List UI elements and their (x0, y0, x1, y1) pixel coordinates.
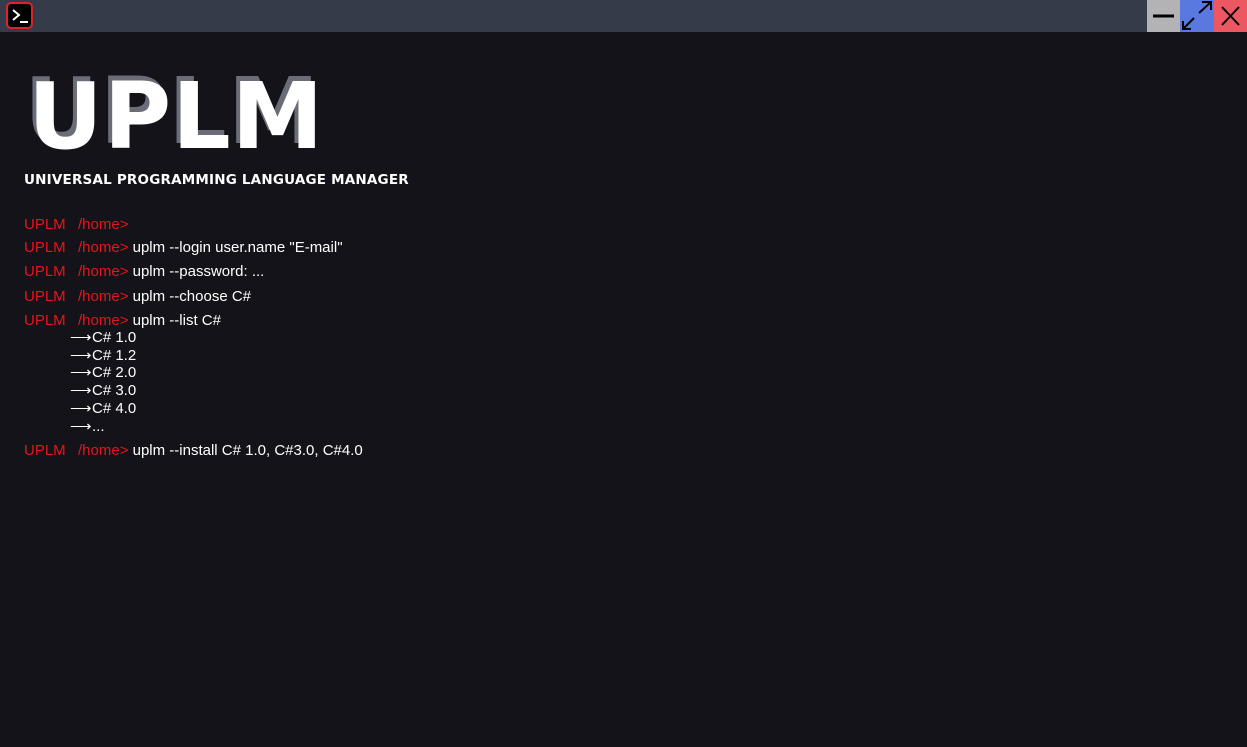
list-item: ⟶... (70, 418, 105, 436)
terminal-window: UPLM UPLM Universal Programming Language… (0, 0, 1247, 747)
arrow-icon: ⟶ (70, 382, 92, 399)
terminal-icon[interactable] (6, 2, 33, 29)
prompt-path: /home> (78, 288, 129, 305)
command-text: uplm --choose C# (132, 288, 252, 305)
maximize-button[interactable] (1180, 0, 1214, 32)
prompt-name: UPLM (24, 288, 66, 305)
list-item: ⟶C# 3.0 (70, 382, 136, 400)
list-item: ⟶C# 1.2 (70, 347, 136, 365)
list-item-text: C# 2.0 (92, 364, 137, 381)
list-item-text: C# 4.0 (92, 400, 137, 417)
prompt-name: UPLM (24, 312, 66, 329)
command-text: uplm --login user.name "E-mail" (132, 239, 343, 256)
command-text: uplm --install C# 1.0, C#3.0, C#4.0 (132, 442, 363, 459)
terminal-line: UPLM/home> uplm --password: ... (24, 263, 264, 281)
minimize-button[interactable] (1147, 0, 1180, 32)
terminal-line: UPLM/home> uplm --choose C# (24, 288, 251, 306)
prompt-path: /home> (78, 312, 129, 329)
prompt-name: UPLM (24, 216, 66, 233)
list-item-text: C# 1.0 (92, 329, 137, 346)
close-button[interactable] (1214, 0, 1247, 32)
prompt-path: /home> (78, 442, 129, 459)
arrow-icon: ⟶ (70, 347, 92, 364)
title-bar[interactable] (0, 0, 1247, 32)
maximize-icon (1182, 1, 1212, 30)
prompt-path: /home> (78, 239, 129, 256)
terminal-content[interactable]: UPLM UPLM Universal Programming Language… (24, 32, 1247, 747)
list-item-text: C# 1.2 (92, 347, 137, 364)
prompt-name: UPLM (24, 239, 66, 256)
prompt-name: UPLM (24, 442, 66, 459)
command-text: uplm --password: ... (132, 263, 265, 280)
terminal-line: UPLM/home> uplm --login user.name "E-mai… (24, 239, 343, 257)
list-item-text: C# 3.0 (92, 382, 137, 399)
list-item: ⟶C# 1.0 (70, 329, 136, 347)
arrow-icon: ⟶ (70, 329, 92, 346)
minimize-icon (1153, 14, 1174, 18)
command-text: uplm --list C# (132, 312, 221, 329)
prompt-path: /home> (78, 263, 129, 280)
arrow-icon: ⟶ (70, 418, 92, 435)
terminal-line: UPLM/home> uplm --install C# 1.0, C#3.0,… (24, 442, 363, 460)
prompt-name: UPLM (24, 263, 66, 280)
prompt-path: /home> (78, 216, 129, 233)
close-icon (1221, 6, 1240, 26)
arrow-icon: ⟶ (70, 400, 92, 417)
logo-text: UPLM (28, 63, 325, 170)
terminal-line: UPLM/home> uplm --list C# (24, 312, 221, 330)
arrow-icon: ⟶ (70, 364, 92, 381)
list-item-text: ... (92, 418, 105, 435)
list-item: ⟶C# 4.0 (70, 400, 136, 418)
list-item: ⟶C# 2.0 (70, 364, 136, 382)
terminal-line: UPLM/home> (24, 216, 128, 234)
logo-subtitle: Universal Programming Language Manager (24, 172, 409, 188)
